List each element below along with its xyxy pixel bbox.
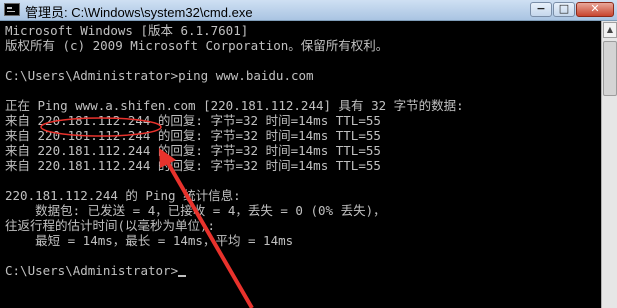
red-annotation — [40, 117, 254, 308]
highlight-arrow-icon — [166, 161, 254, 308]
highlight-circle — [40, 117, 162, 137]
